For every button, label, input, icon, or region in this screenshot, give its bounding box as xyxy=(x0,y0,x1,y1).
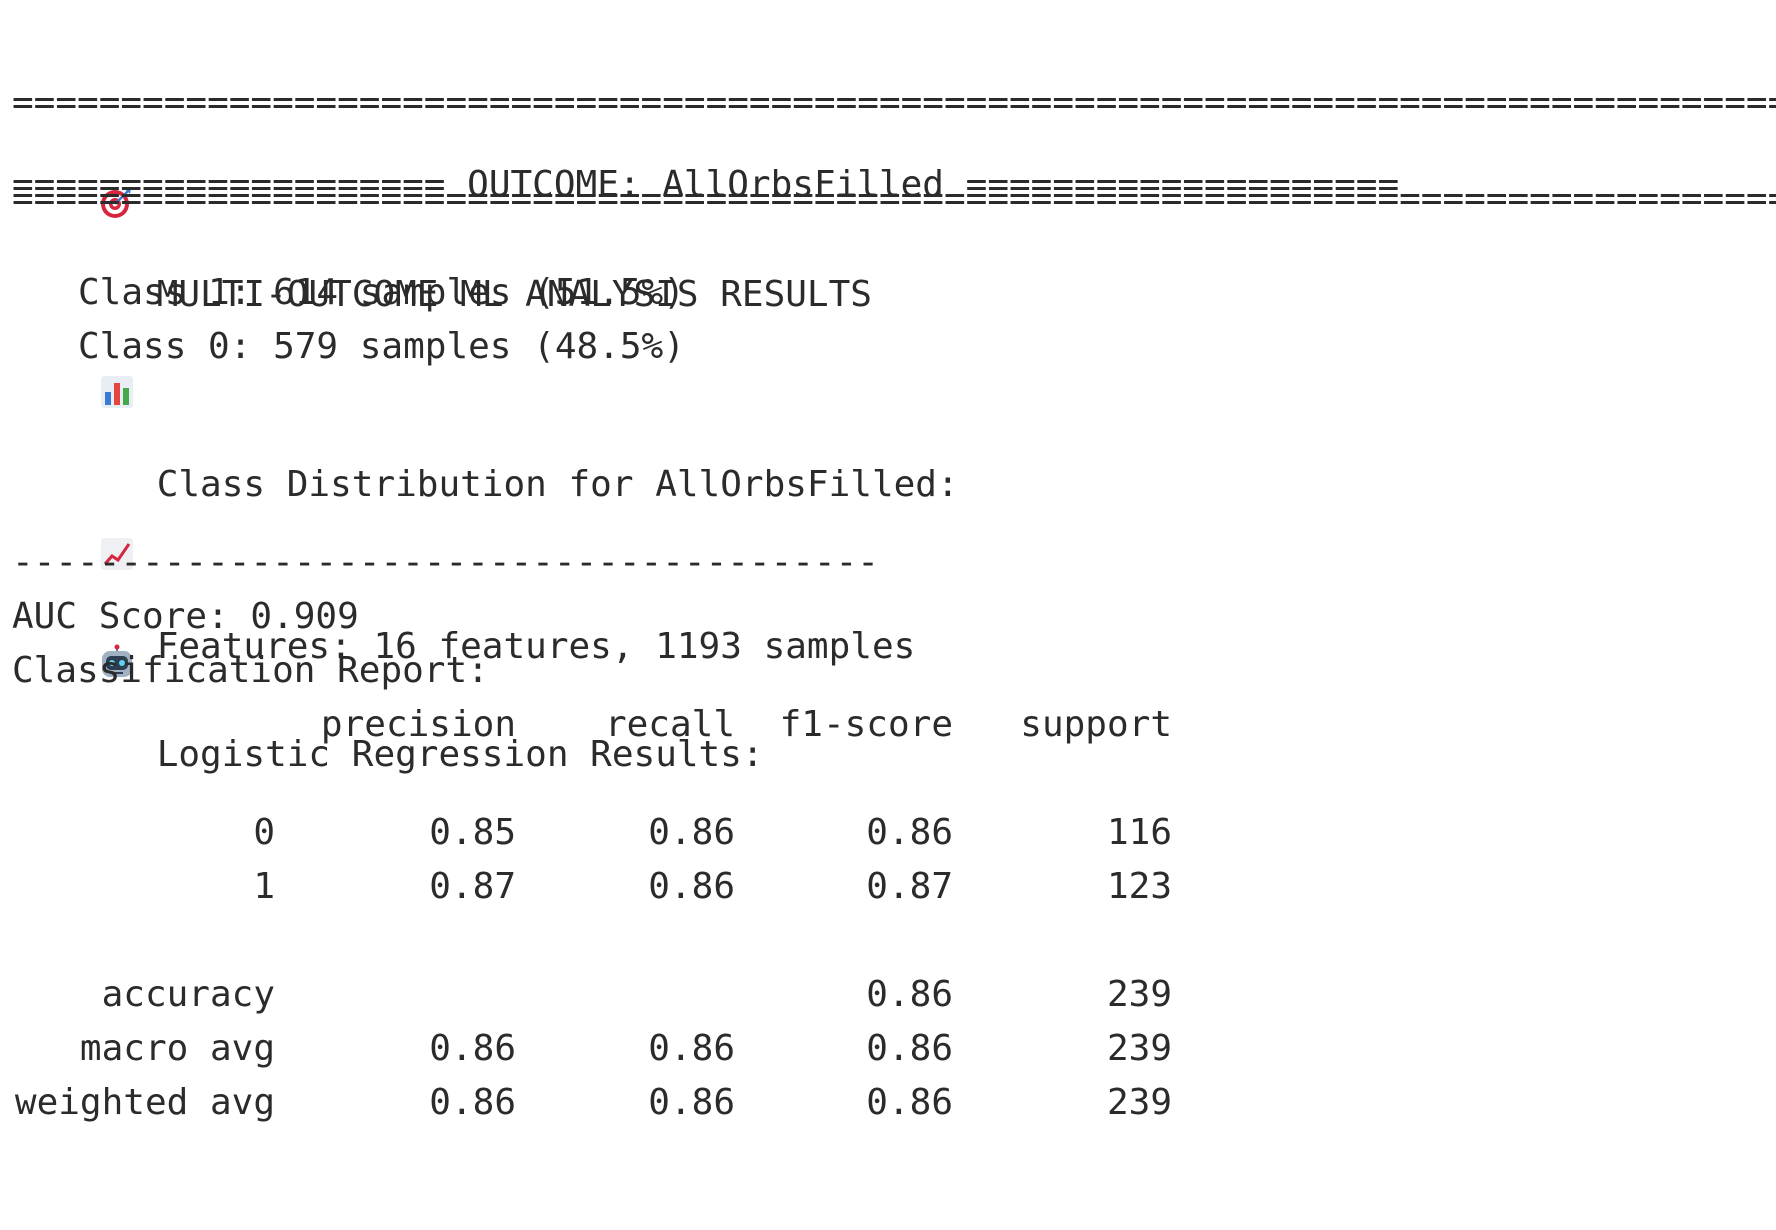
report-row-label: 1 xyxy=(253,866,275,907)
features-line: Features: 16 features, 1193 samples xyxy=(12,374,915,667)
top-rule: ========================================… xyxy=(12,82,1776,123)
report-cell-recall: 0.86 xyxy=(648,1082,735,1123)
report-row-label: accuracy xyxy=(101,974,275,1015)
report-cell-precision: 0.86 xyxy=(429,1082,516,1123)
model-heading: Logistic Regression Results: xyxy=(12,482,764,775)
chart-increasing-icon xyxy=(99,428,135,570)
console-output: ========================================… xyxy=(0,0,1776,1230)
report-cell-f1: 0.86 xyxy=(866,974,953,1015)
auc-score: AUC Score: 0.909 xyxy=(12,596,359,637)
model-rule: ---------------------------------------- xyxy=(12,542,879,583)
model-heading-text: Logistic Regression Results: xyxy=(156,734,764,775)
class-0-line: Class 0: 579 samples (48.5%) xyxy=(78,326,685,367)
report-title: Classification Report: xyxy=(12,650,489,691)
report-cell-support: 239 xyxy=(1106,974,1172,1015)
title-rule: ========================================… xyxy=(12,178,1776,219)
report-cell-f1: 0.86 xyxy=(866,1028,953,1069)
report-row-label: weighted avg xyxy=(14,1082,275,1123)
report-cell-recall: 0.86 xyxy=(648,812,735,853)
report-cell-recall: 0.86 xyxy=(648,1028,735,1069)
report-row-label: macro avg xyxy=(79,1028,275,1069)
report-cell-f1: 0.86 xyxy=(866,1082,953,1123)
outcome-banner: ==================== OUTCOME: AllOrbsFil… xyxy=(12,164,1400,205)
report-cell-support: 123 xyxy=(1106,866,1172,907)
report-cell-f1: 0.86 xyxy=(866,812,953,853)
report-cell-recall: 0.86 xyxy=(648,866,735,907)
class-distribution-heading: Class Distribution for AllOrbsFilled: xyxy=(12,212,959,505)
report-cell-support: 239 xyxy=(1106,1028,1172,1069)
report-cell-precision xyxy=(0,968,516,1022)
report-cell-precision: 0.86 xyxy=(429,1028,516,1069)
report-cell-recall xyxy=(0,968,735,1022)
report-cell-support: 239 xyxy=(1106,1082,1172,1123)
report-cell-precision: 0.87 xyxy=(429,866,516,907)
report-cell-f1: 0.87 xyxy=(866,866,953,907)
report-cell-support: 116 xyxy=(1106,812,1172,853)
report-cell-precision: 0.85 xyxy=(429,812,516,853)
class-1-line: Class 1: 614 samples (51.5%) xyxy=(78,272,685,313)
